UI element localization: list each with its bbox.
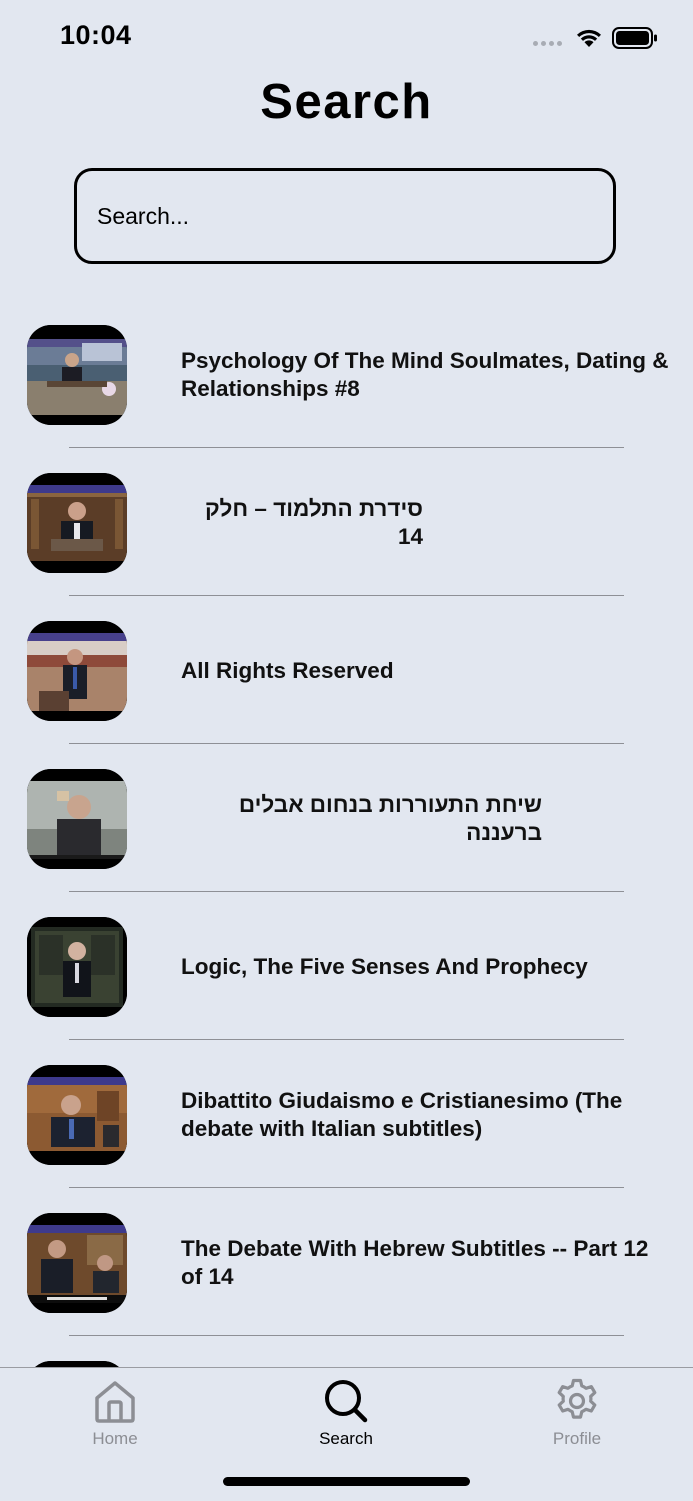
- video-thumbnail[interactable]: [27, 325, 127, 425]
- list-item[interactable]: Dibattito Giudaismo e Cristianesimo (The…: [0, 1040, 693, 1188]
- battery-icon: [612, 27, 657, 49]
- video-thumbnail[interactable]: [27, 917, 127, 1017]
- status-bar: 10:04: [0, 0, 693, 76]
- result-title[interactable]: Dibattito Giudaismo e Cristianesimo (The…: [181, 1040, 671, 1190]
- result-title[interactable]: Psychology Of The Mind Soulmates, Dating…: [181, 300, 671, 450]
- search-results-list[interactable]: Psychology Of The Mind Soulmates, Dating…: [0, 300, 693, 1367]
- list-item[interactable]: סידרת התלמוד – חלק 14: [0, 448, 693, 596]
- list-item[interactable]: Psychology Of The Mind Soulmates, Dating…: [0, 300, 693, 448]
- tab-label: Profile: [552, 1429, 602, 1448]
- page-title: Search: [260, 75, 433, 129]
- cellular-signal-icon: [533, 41, 562, 46]
- video-thumbnail[interactable]: [27, 1213, 127, 1313]
- gear-icon: [557, 1378, 597, 1419]
- search-input[interactable]: [97, 171, 597, 261]
- result-title[interactable]: All Rights Reserved: [181, 596, 671, 746]
- status-time: 10:04: [60, 20, 132, 50]
- search-box[interactable]: [74, 168, 616, 264]
- video-thumbnail[interactable]: [27, 769, 127, 869]
- result-title[interactable]: Logic, The Five Senses And Prophecy: [181, 892, 671, 1042]
- list-item[interactable]: All Rights Reserved: [0, 596, 693, 744]
- home-icon: [95, 1381, 135, 1423]
- list-item[interactable]: [0, 1336, 693, 1367]
- result-title[interactable]: סידרת התלמוד – חלק 14: [181, 448, 423, 598]
- tab-home[interactable]: Home: [55, 1376, 175, 1449]
- tab-label: Home: [92, 1429, 138, 1448]
- tab-profile[interactable]: Profile: [517, 1376, 637, 1449]
- search-icon: [325, 1380, 368, 1423]
- tab-search[interactable]: Search: [286, 1376, 406, 1449]
- video-thumbnail[interactable]: [27, 473, 127, 573]
- result-title[interactable]: [181, 1336, 671, 1367]
- result-title[interactable]: שיחת התעוררות בנחום אבלים ברעננה: [181, 744, 542, 894]
- video-thumbnail[interactable]: [27, 1065, 127, 1165]
- list-item[interactable]: Logic, The Five Senses And Prophecy: [0, 892, 693, 1040]
- list-item[interactable]: שיחת התעוררות בנחום אבלים ברעננה: [0, 744, 693, 892]
- home-indicator[interactable]: [223, 1477, 470, 1486]
- wifi-icon: [577, 29, 601, 47]
- tab-label: Search: [319, 1429, 373, 1448]
- result-title[interactable]: The Debate With Hebrew Subtitles -- Part…: [181, 1188, 671, 1338]
- list-item[interactable]: The Debate With Hebrew Subtitles -- Part…: [0, 1188, 693, 1336]
- video-thumbnail[interactable]: [27, 621, 127, 721]
